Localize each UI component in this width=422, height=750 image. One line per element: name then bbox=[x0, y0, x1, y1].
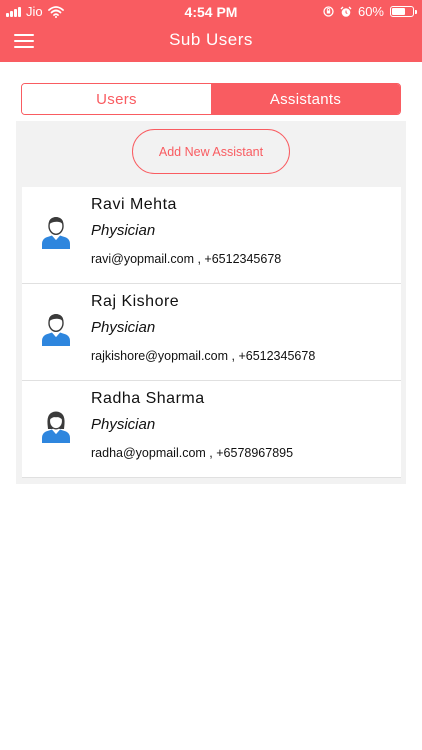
orientation-lock-icon bbox=[323, 6, 334, 17]
assistant-list-item[interactable]: Raj Kishore Physician rajkishore@yopmail… bbox=[22, 284, 401, 381]
status-right: 60% bbox=[323, 4, 417, 19]
assistants-panel: Add New Assistant Ravi Mehta Physician r… bbox=[16, 121, 406, 484]
header: Jio 4:54 PM 60% Sub Users bbox=[0, 0, 422, 62]
assistant-list-item[interactable]: Ravi Mehta Physician ravi@yopmail.com , … bbox=[22, 187, 401, 284]
app-bar: Sub Users bbox=[0, 22, 422, 62]
assistant-role: Physician bbox=[91, 416, 156, 433]
battery-icon bbox=[390, 6, 417, 17]
alarm-icon bbox=[340, 6, 352, 17]
user-type-tabs: Users Assistants bbox=[21, 83, 401, 115]
status-bar: Jio 4:54 PM 60% bbox=[0, 0, 422, 22]
assistant-list: Ravi Mehta Physician ravi@yopmail.com , … bbox=[22, 187, 401, 478]
assistant-role: Physician bbox=[91, 319, 156, 336]
assistant-name: Ravi Mehta bbox=[91, 196, 177, 213]
assistant-list-item[interactable]: Radha Sharma Physician radha@yopmail.com… bbox=[22, 381, 401, 478]
assistant-contact: radha@yopmail.com , +6578967895 bbox=[91, 446, 294, 460]
assistant-contact: rajkishore@yopmail.com , +6512345678 bbox=[91, 349, 316, 363]
sub-users-screen: Jio 4:54 PM 60% Sub Users Users Assistan… bbox=[0, 0, 422, 750]
tab-assistants[interactable]: Assistants bbox=[211, 84, 400, 114]
tab-users[interactable]: Users bbox=[22, 84, 211, 114]
male-user-icon bbox=[42, 216, 70, 249]
battery-percent: 60% bbox=[357, 4, 384, 19]
assistant-contact: ravi@yopmail.com , +6512345678 bbox=[91, 252, 282, 266]
assistant-role: Physician bbox=[91, 222, 156, 239]
female-user-icon bbox=[42, 411, 70, 443]
page-title: Sub Users bbox=[169, 30, 253, 49]
assistant-name: Radha Sharma bbox=[91, 390, 205, 407]
assistant-name: Raj Kishore bbox=[91, 293, 180, 310]
male-user-icon bbox=[42, 313, 70, 346]
add-new-assistant-button[interactable]: Add New Assistant bbox=[132, 129, 290, 174]
